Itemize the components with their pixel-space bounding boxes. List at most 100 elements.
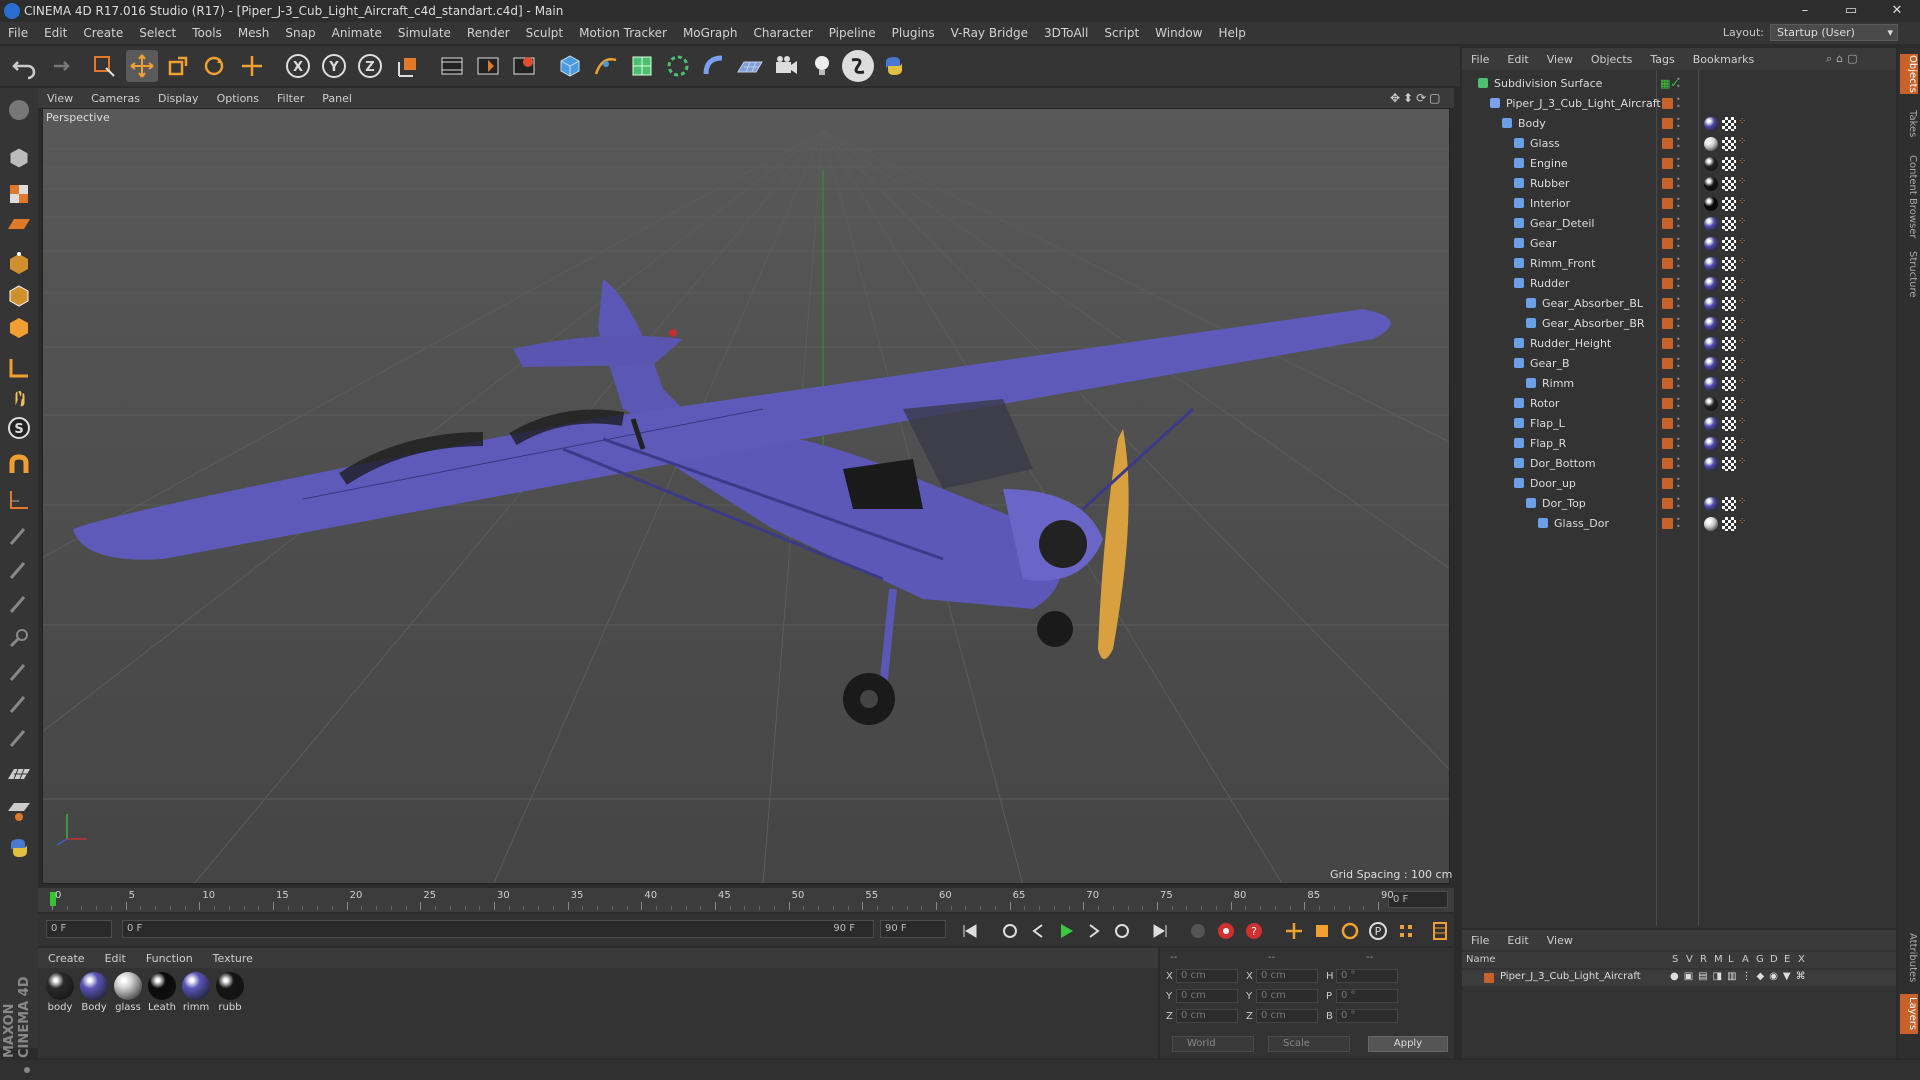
visibility-dots-icon[interactable]: • •	[1676, 336, 1681, 351]
layout-dropdown[interactable]: Startup (User) ▾	[1770, 24, 1898, 41]
close-button[interactable]: ✕	[1874, 0, 1920, 22]
object-row[interactable]: Gear_Absorber_BR • • ⁘	[1462, 314, 1896, 334]
layer-color-swatch[interactable]	[1662, 398, 1673, 409]
phong-tag-icon[interactable]: ⁘	[1738, 336, 1746, 347]
key-position-icon[interactable]	[1282, 919, 1306, 943]
layer-color-swatch[interactable]	[1662, 478, 1673, 489]
coordinate-value-field[interactable]: 0 °	[1336, 989, 1398, 1003]
minimize-button[interactable]: –	[1782, 0, 1828, 22]
menu-edit[interactable]: Edit	[36, 26, 75, 40]
layer-color-swatch[interactable]	[1662, 178, 1673, 189]
phong-tag-icon[interactable]: ⁘	[1738, 256, 1746, 267]
material-menu-texture[interactable]: Texture	[203, 952, 263, 965]
uvw-tag-icon[interactable]	[1722, 137, 1736, 151]
object-row[interactable]: Gear_B • • ⁘	[1462, 354, 1896, 374]
smooth-brush-icon[interactable]	[3, 554, 35, 586]
object-row[interactable]: Flap_L • • ⁘	[1462, 414, 1896, 434]
sculpt-grid-icon[interactable]	[3, 758, 35, 790]
tab-structure[interactable]: Structure	[1900, 246, 1918, 302]
material-leath[interactable]: Leath	[146, 972, 178, 1013]
record-keys-icon[interactable]	[1214, 919, 1238, 943]
coordinate-value-field[interactable]: 0 cm	[1256, 989, 1318, 1003]
object-row[interactable]: Rudder • • ⁘	[1462, 274, 1896, 294]
next-key-icon[interactable]	[1110, 919, 1134, 943]
menu-animate[interactable]: Animate	[324, 26, 390, 40]
layer-flag-icons[interactable]: ●▣▤◨▥⋮◆◉▼⌘	[1670, 971, 1811, 982]
edges-mode-icon[interactable]	[3, 280, 35, 312]
phong-tag-icon[interactable]: ⁘	[1738, 276, 1746, 287]
layer-column-d[interactable]: D	[1770, 954, 1778, 965]
texture-mode-icon[interactable]	[3, 178, 35, 210]
material-tag-icon[interactable]	[1704, 357, 1718, 371]
object-manager-search-icon[interactable]: ⌕⌂▢	[1826, 52, 1862, 66]
material-rimm[interactable]: rimm	[180, 972, 212, 1013]
object-row[interactable]: Rimm • • ⁘	[1462, 374, 1896, 394]
transform-icon[interactable]	[236, 50, 268, 82]
viewport-menu-display[interactable]: Display	[149, 92, 208, 105]
layer-menu-view[interactable]: View	[1538, 934, 1582, 947]
layer-column-l[interactable]: L	[1728, 954, 1734, 965]
material-tag-icon[interactable]	[1704, 137, 1718, 151]
menu-snap[interactable]: Snap	[277, 26, 323, 40]
material-menu-edit[interactable]: Edit	[95, 952, 136, 965]
uvw-tag-icon[interactable]	[1722, 357, 1736, 371]
visibility-dots-icon[interactable]: • •	[1676, 456, 1681, 471]
coordinate-value-field[interactable]: 0 cm	[1256, 969, 1318, 983]
tab-attributes[interactable]: Attributes	[1900, 928, 1918, 988]
menu-script[interactable]: Script	[1096, 26, 1147, 40]
layer-color-swatch[interactable]	[1662, 418, 1673, 429]
layer-menu-edit[interactable]: Edit	[1498, 934, 1537, 947]
object-row[interactable]: Dor_Bottom • • ⁘	[1462, 454, 1896, 474]
move-icon[interactable]	[126, 50, 158, 82]
object-row[interactable]: Glass_Dor • • ⁘	[1462, 514, 1896, 534]
material-tag-icon[interactable]	[1704, 257, 1718, 271]
object-row[interactable]: Rudder_Height • • ⁘	[1462, 334, 1896, 354]
phong-tag-icon[interactable]: ⁘	[1738, 316, 1746, 327]
uvw-tag-icon[interactable]	[1722, 317, 1736, 331]
next-frame-icon[interactable]	[1082, 919, 1106, 943]
material-glass[interactable]: glass	[112, 972, 144, 1013]
material-tag-icon[interactable]	[1704, 337, 1718, 351]
material-menu-create[interactable]: Create	[38, 952, 95, 965]
viewport-menu-options[interactable]: Options	[208, 92, 268, 105]
visibility-dots-icon[interactable]: • •	[1676, 216, 1681, 231]
phong-tag-icon[interactable]: ⁘	[1738, 516, 1746, 527]
key-pla-icon[interactable]	[1394, 919, 1418, 943]
deformer-icon[interactable]	[698, 50, 730, 82]
phong-tag-icon[interactable]: ⁘	[1738, 216, 1746, 227]
menu-simulate[interactable]: Simulate	[390, 26, 459, 40]
material-tag-icon[interactable]	[1704, 317, 1718, 331]
coordinate-value-field[interactable]: 0 cm	[1176, 1009, 1238, 1023]
visibility-dots-icon[interactable]: • •	[1676, 96, 1681, 111]
layer-color-swatch[interactable]	[1662, 318, 1673, 329]
visibility-dots-icon[interactable]: • •	[1676, 516, 1681, 531]
menu-pipeline[interactable]: Pipeline	[821, 26, 884, 40]
layer-column-x[interactable]: X	[1798, 954, 1805, 965]
object-row[interactable]: Subdivision Surface ▦✓ • •	[1462, 74, 1896, 94]
menu-plugins[interactable]: Plugins	[884, 26, 943, 40]
object-row[interactable]: Body • • ⁘	[1462, 114, 1896, 134]
x-axis-icon[interactable]: X	[282, 50, 314, 82]
axis-lock-icon[interactable]	[3, 484, 35, 516]
viewport-nav-icons[interactable]: ✥⬍⟳▢	[1390, 91, 1444, 105]
visibility-dots-icon[interactable]: • •	[1676, 276, 1681, 291]
frame-range-slider[interactable]: 0 F 90 F	[122, 920, 874, 938]
redo-icon[interactable]	[42, 50, 74, 82]
visibility-dots-icon[interactable]: • •	[1676, 416, 1681, 431]
uvw-tag-icon[interactable]	[1722, 217, 1736, 231]
polygons-mode-icon[interactable]	[3, 312, 35, 344]
knife-icon[interactable]	[3, 722, 35, 754]
material-body[interactable]: body	[44, 972, 76, 1013]
visibility-dots-icon[interactable]: • •	[1676, 236, 1681, 251]
auto-key-icon[interactable]: ?	[1242, 919, 1266, 943]
object-row[interactable]: Interior • • ⁘	[1462, 194, 1896, 214]
visibility-dots-icon[interactable]: • •	[1676, 436, 1681, 451]
object-row[interactable]: Dor_Top • • ⁘	[1462, 494, 1896, 514]
layer-color-swatch[interactable]	[1662, 458, 1673, 469]
object-row[interactable]: Rotor • • ⁘	[1462, 394, 1896, 414]
layer-color-swatch[interactable]	[1662, 438, 1673, 449]
menu-3dtoall[interactable]: 3DToAll	[1036, 26, 1096, 40]
menu-motion-tracker[interactable]: Motion Tracker	[571, 26, 675, 40]
key-parameter-icon[interactable]: P	[1366, 919, 1390, 943]
layer-column-s[interactable]: S	[1672, 954, 1678, 965]
